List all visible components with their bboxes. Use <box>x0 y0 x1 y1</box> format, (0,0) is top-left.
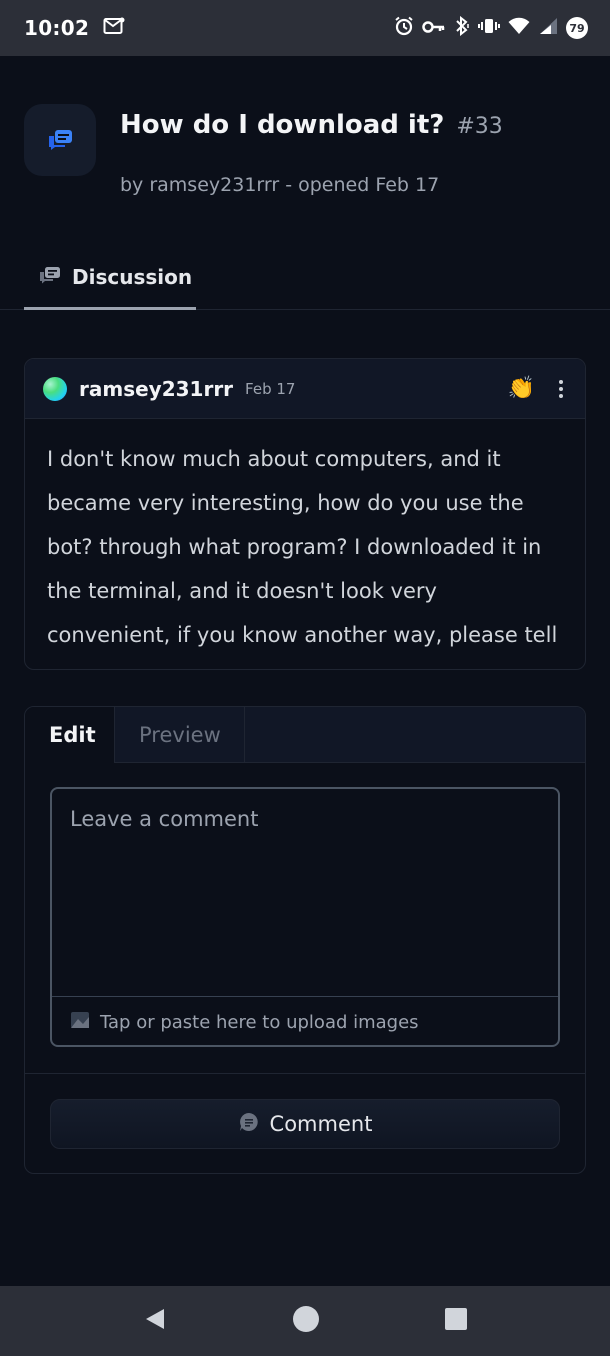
back-icon[interactable] <box>142 1306 168 1336</box>
more-options-icon[interactable] <box>555 376 567 402</box>
clap-reaction-icon[interactable]: 👏 <box>508 375 535 403</box>
comment-button-label: Comment <box>269 1112 373 1136</box>
vibrate-icon <box>478 17 500 40</box>
issue-header: How do I download it? #33 by ramsey231rr… <box>24 104 584 214</box>
comment-bubble-icon <box>238 1111 260 1138</box>
discussion-post: ramsey231rrr Feb 17 👏 I don't know much … <box>24 358 586 670</box>
key-icon <box>422 18 446 39</box>
signal-icon <box>538 17 558 40</box>
upload-hint: Tap or paste here to upload images <box>100 1011 419 1033</box>
comment-button[interactable]: Comment <box>50 1099 560 1149</box>
post-date: Feb 17 <box>245 379 296 398</box>
tab-discussion[interactable]: Discussion <box>24 246 196 310</box>
mail-icon <box>103 17 125 39</box>
discussion-icon <box>38 265 62 289</box>
recents-icon[interactable] <box>444 1307 468 1335</box>
tab-preview[interactable]: Preview <box>115 707 245 763</box>
editor-tabs: Edit Preview <box>25 707 585 763</box>
upload-images-area[interactable]: Tap or paste here to upload images <box>52 999 558 1045</box>
bluetooth-icon <box>454 15 470 41</box>
issue-subtitle: by ramsey231rrr - opened Feb 17 <box>120 174 440 196</box>
battery-indicator: 79 <box>566 17 588 39</box>
wifi-icon <box>508 17 530 40</box>
post-author[interactable]: ramsey231rrr <box>79 377 233 401</box>
issue-number: #33 <box>456 114 503 139</box>
comment-editor: Edit Preview Tap or paste here to upload… <box>24 706 586 1174</box>
discussion-bubbles-icon <box>24 104 96 176</box>
tab-bar: Discussion <box>0 246 610 310</box>
post-body: I don't know much about computers, and i… <box>47 447 558 669</box>
system-nav-bar <box>0 1286 610 1356</box>
image-icon <box>70 1011 90 1034</box>
alarm-icon <box>394 16 414 41</box>
tab-edit[interactable]: Edit <box>25 707 115 763</box>
status-time: 10:02 <box>24 16 90 40</box>
tab-discussion-label: Discussion <box>72 264 193 289</box>
status-bar: 10:02 79 <box>0 0 610 56</box>
comment-input[interactable] <box>52 789 558 997</box>
home-icon[interactable] <box>292 1305 320 1337</box>
post-header: ramsey231rrr Feb 17 👏 <box>25 359 585 419</box>
page-title: How do I download it? <box>120 110 445 140</box>
avatar[interactable] <box>43 376 67 401</box>
comment-box: Tap or paste here to upload images <box>50 787 560 1047</box>
divider <box>25 1073 585 1074</box>
